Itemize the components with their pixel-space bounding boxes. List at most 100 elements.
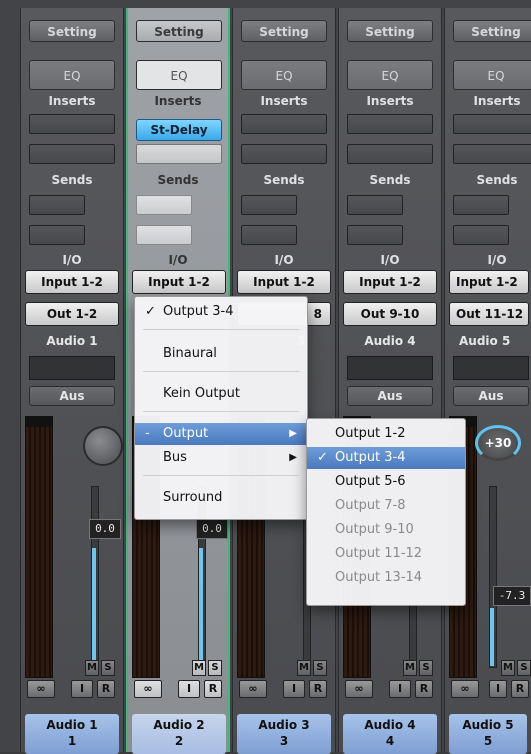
checkmark-icon: ✓ — [317, 450, 328, 465]
sends-label: Sends — [51, 173, 93, 187]
channel-strip-4: Setting EQ Inserts Sends I/O Input 1-2 O… — [338, 8, 442, 754]
track-footer: Audio 5 5 — [449, 714, 527, 754]
send-slot-1[interactable] — [241, 195, 297, 215]
link-icon[interactable]: ∞ — [451, 680, 479, 698]
input-button[interactable]: Input 1-2 — [237, 270, 331, 294]
inserts-label: Inserts — [48, 94, 96, 108]
send-slot-1[interactable] — [29, 195, 85, 215]
output-button[interactable]: Out 11-12 — [449, 302, 529, 326]
input-button[interactable]: Input 1-2 — [449, 270, 529, 294]
fader-fill — [92, 548, 96, 666]
input-monitor-button[interactable]: I — [283, 680, 305, 698]
output-button[interactable]: Out 9-10 — [343, 302, 437, 326]
submenu-item-output-9-10: Output 9-10 — [335, 522, 414, 537]
pan-knob-value[interactable]: +30 — [475, 425, 521, 461]
mute-button[interactable]: M — [192, 660, 206, 676]
group-slot[interactable] — [453, 356, 529, 380]
menu-item-output-submenu[interactable]: - Output ▶ — [135, 423, 307, 445]
insert-slot-1[interactable] — [453, 114, 531, 134]
submenu-item-output-5-6[interactable]: Output 5-6 — [307, 471, 465, 493]
mute-button[interactable]: M — [297, 660, 311, 676]
menu-item-label: Output — [163, 426, 209, 441]
io-label: I/O — [62, 253, 82, 267]
input-monitor-button[interactable]: I — [178, 680, 200, 698]
insert-slot-2[interactable] — [29, 144, 115, 164]
link-icon[interactable]: ∞ — [345, 680, 373, 698]
pan-knob[interactable] — [83, 426, 123, 466]
record-button[interactable]: R — [97, 680, 115, 698]
group-slot[interactable] — [347, 356, 433, 380]
input-monitor-button[interactable]: I — [489, 680, 507, 698]
send-slot-2[interactable] — [347, 225, 403, 245]
insert-slot-1[interactable] — [241, 114, 327, 134]
footer-number: 3 — [279, 734, 289, 748]
solo-button[interactable]: S — [313, 660, 327, 676]
submenu-item-output-13-14: Output 13-14 — [335, 570, 423, 585]
link-icon[interactable]: ∞ — [134, 680, 162, 698]
record-button[interactable]: R — [415, 680, 433, 698]
insert-slot-2[interactable] — [241, 144, 327, 164]
record-button[interactable]: R — [204, 680, 222, 698]
automation-button[interactable]: Aus — [453, 386, 529, 406]
eq-button[interactable]: EQ — [347, 60, 433, 90]
footer-number: 4 — [385, 734, 395, 748]
submenu-item-output-3-4[interactable]: ✓ Output 3-4 — [307, 447, 465, 469]
record-button[interactable]: R — [511, 680, 529, 698]
solo-button[interactable]: S — [101, 660, 115, 676]
footer-number: 2 — [174, 734, 184, 748]
setting-button[interactable]: Setting — [453, 20, 531, 42]
mute-button[interactable]: M — [501, 660, 515, 676]
menu-item-output-3-4[interactable]: ✓ Output 3-4 — [135, 301, 307, 323]
eq-button[interactable]: EQ — [241, 60, 327, 90]
send-slot-2[interactable] — [29, 225, 85, 245]
menu-item-surround[interactable]: Surround — [135, 487, 307, 509]
link-icon[interactable]: ∞ — [27, 680, 55, 698]
setting-button[interactable]: Setting — [29, 20, 115, 42]
setting-button[interactable]: Setting — [136, 20, 222, 42]
automation-button[interactable]: Aus — [29, 386, 115, 406]
menu-item-bus[interactable]: Bus ▶ — [135, 447, 307, 469]
input-button[interactable]: Input 1-2 — [25, 270, 119, 294]
insert-slot-1[interactable] — [347, 114, 433, 134]
setting-button[interactable]: Setting — [241, 20, 327, 42]
send-slot-2[interactable] — [453, 225, 509, 245]
submenu-item-output-1-2[interactable]: Output 1-2 — [307, 423, 465, 445]
eq-button[interactable]: EQ — [29, 60, 115, 90]
input-monitor-button[interactable]: I — [389, 680, 411, 698]
send-slot-2[interactable] — [241, 225, 297, 245]
st-delay-plugin[interactable]: St-Delay — [136, 119, 222, 141]
io-label: I/O — [168, 253, 188, 267]
automation-button[interactable]: Aus — [347, 386, 433, 406]
send-slot-1[interactable] — [453, 195, 509, 215]
input-button[interactable]: Input 1-2 — [343, 270, 437, 294]
send-slot-2[interactable] — [136, 225, 192, 245]
menu-item-kein-output[interactable]: Kein Output — [135, 383, 307, 405]
solo-button[interactable]: S — [419, 660, 433, 676]
menu-item-binaural[interactable]: Binaural — [135, 343, 307, 365]
link-icon[interactable]: ∞ — [239, 680, 267, 698]
menu-separator — [143, 411, 299, 412]
level-meter — [25, 416, 53, 678]
mute-button[interactable]: M — [85, 660, 99, 676]
record-button[interactable]: R — [309, 680, 327, 698]
setting-button[interactable]: Setting — [347, 20, 433, 42]
send-slot-1[interactable] — [347, 195, 403, 215]
insert-slot-2[interactable] — [136, 144, 222, 164]
solo-button[interactable]: S — [517, 660, 531, 676]
track-footer: Audio 2 2 — [132, 714, 226, 754]
mute-button[interactable]: M — [403, 660, 417, 676]
output-button[interactable]: Out 1-2 — [25, 302, 119, 326]
eq-button[interactable]: EQ — [136, 60, 222, 90]
insert-slot-1[interactable] — [29, 114, 115, 134]
insert-slot-2[interactable] — [453, 144, 531, 164]
insert-slot-2[interactable] — [347, 144, 433, 164]
group-slot[interactable] — [29, 356, 115, 380]
footer-name: Audio 3 — [258, 718, 310, 732]
input-monitor-button[interactable]: I — [71, 680, 93, 698]
solo-button[interactable]: S — [208, 660, 222, 676]
send-slot-1[interactable] — [136, 195, 192, 215]
eq-button[interactable]: EQ — [453, 60, 531, 90]
input-button[interactable]: Input 1-2 — [132, 270, 226, 294]
io-label: I/O — [274, 253, 294, 267]
output-submenu: Output 1-2 ✓ Output 3-4 Output 5-6 Outpu… — [306, 418, 466, 606]
